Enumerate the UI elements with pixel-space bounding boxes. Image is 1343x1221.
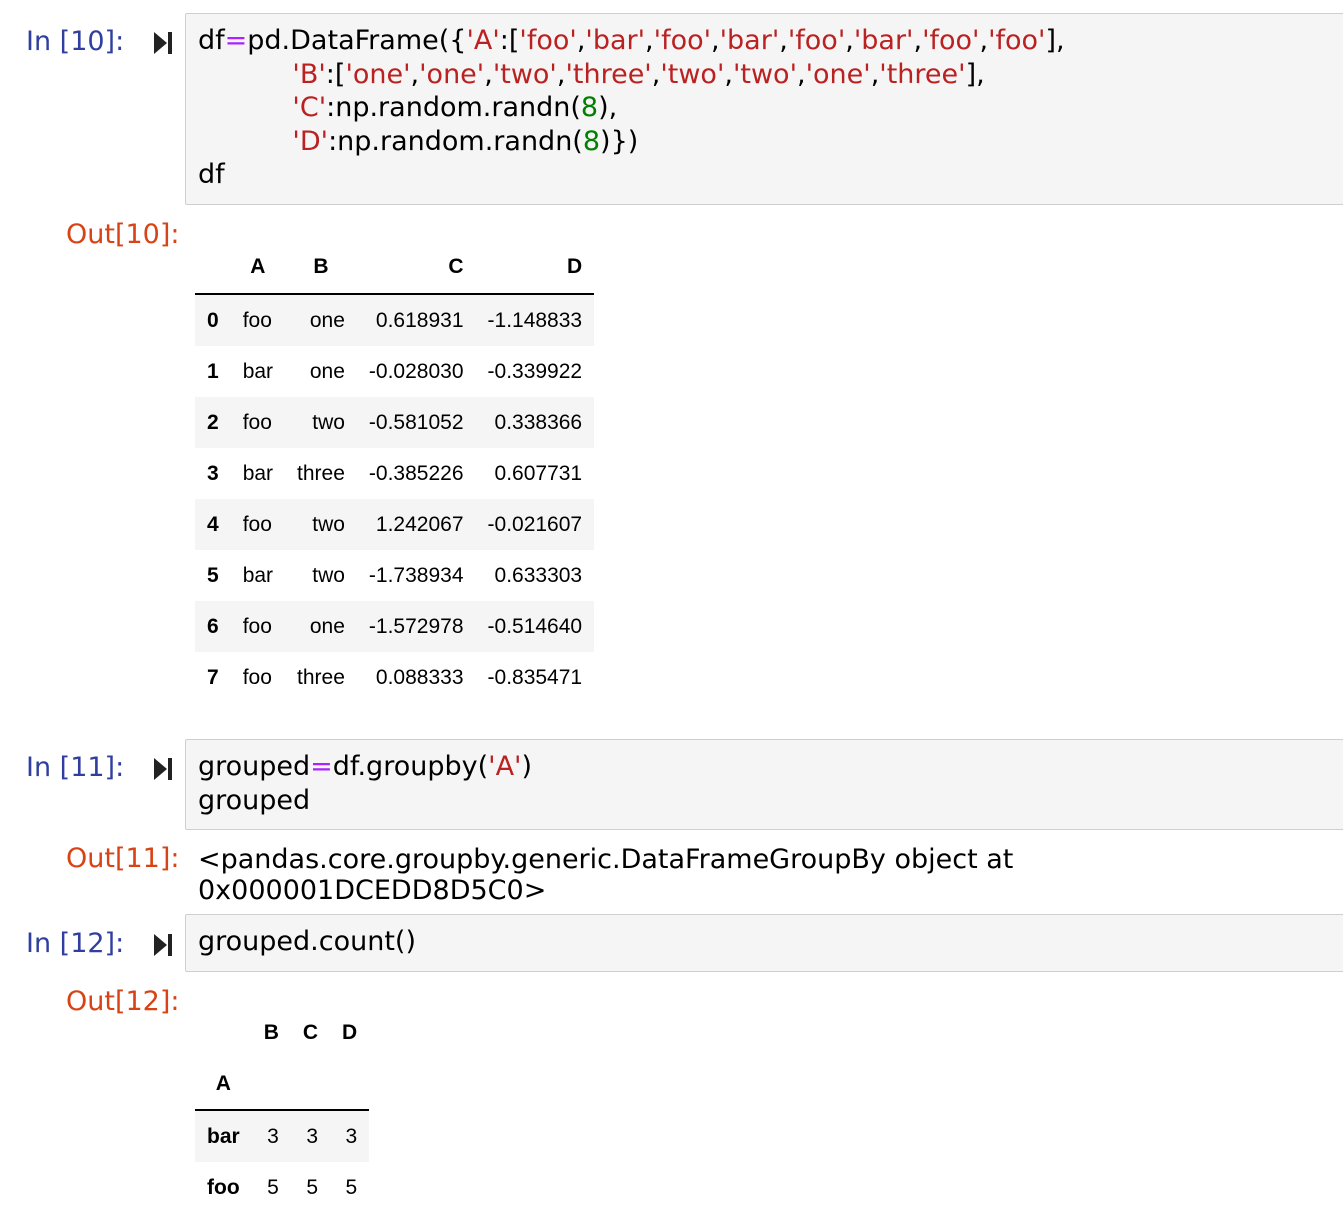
index-header: [195, 240, 231, 295]
column-header: C: [302, 1020, 319, 1044]
empty-header-cell: [251, 1058, 291, 1111]
column-header: C: [356, 240, 476, 295]
table-cell: 1.242067: [375, 512, 464, 536]
table-row: 0 foo one 0.618931 -1.148833: [195, 294, 595, 346]
code-line: 'B':['one','one','two','three','two','tw…: [292, 58, 985, 90]
out-prompt: Out[11]:: [66, 843, 180, 874]
run-cell-icon[interactable]: [152, 932, 174, 958]
table-row: bar 3 3 3: [195, 1110, 370, 1162]
in-prompt: In [12]:: [26, 928, 125, 959]
table-cell: one: [309, 359, 345, 383]
table-cell: -0.021607: [487, 512, 583, 536]
table-cell: foo: [242, 512, 272, 536]
table-cell: -1.148833: [487, 308, 583, 332]
column-header: B: [263, 1020, 279, 1044]
code-line: df: [198, 159, 225, 190]
table-cell: one: [309, 308, 345, 332]
table-row: 7 foo three 0.088333 -0.835471: [195, 652, 594, 703]
table-cell: 5: [267, 1175, 279, 1199]
table-row: 5 bar two -1.738934 0.633303: [195, 550, 594, 601]
table-cell: foo: [242, 308, 272, 332]
code-line: grouped: [198, 784, 311, 816]
table-cell: 3: [267, 1124, 279, 1148]
row-index: 6: [207, 614, 219, 638]
table-cell: 0.338366: [494, 410, 583, 434]
out-prompt: Out[12]:: [66, 986, 180, 1017]
row-index: 4: [207, 512, 219, 536]
code-editor[interactable]: grouped=df.groupby('A') grouped: [185, 739, 1343, 830]
table-row: 2 foo two -0.581052 0.338366: [195, 397, 595, 448]
table-cell: bar: [242, 359, 274, 383]
table-row: foo 5 5 5: [195, 1162, 369, 1213]
index-header: [195, 1007, 252, 1058]
in-prompt: In [10]:: [26, 26, 125, 57]
table-cell: -0.514640: [487, 614, 583, 638]
empty-header-cell: [330, 1058, 370, 1111]
table-cell: 0.618931: [375, 308, 464, 332]
table-cell: foo: [242, 614, 272, 638]
code-line: grouped.count(): [198, 926, 416, 957]
row-index: 3: [207, 461, 219, 485]
table-cell: two: [312, 563, 345, 587]
table-row: 6 foo one -1.572978 -0.514640: [195, 601, 595, 652]
table-cell: 3: [306, 1124, 319, 1148]
table-cell: foo: [242, 410, 272, 434]
table-cell: foo: [242, 665, 272, 689]
code-line: grouped=df.groupby('A'): [198, 751, 533, 782]
table-cell: two: [312, 512, 345, 536]
column-header: D: [342, 1020, 358, 1044]
row-index: bar: [207, 1124, 240, 1148]
column-header: D: [475, 240, 595, 295]
table-cell: 0.088333: [375, 665, 464, 689]
groupby-count-output: BCD A bar 3 3 3 foo 5 5 5: [195, 1007, 370, 1213]
table-cell: -0.028030: [368, 359, 464, 383]
table-header-row: BCD: [195, 1007, 369, 1058]
table-row: 4 foo two 1.242067 -0.021607: [195, 499, 595, 550]
row-index: 0: [207, 308, 219, 332]
index-name: A: [195, 1058, 252, 1111]
table-cell: -0.581052: [368, 410, 464, 434]
table-cell: two: [312, 410, 345, 434]
table-cell: 5: [345, 1175, 358, 1199]
table-row: 1 bar one -0.028030 -0.339922: [195, 346, 594, 397]
column-header: A: [230, 240, 286, 295]
column-header: B: [285, 240, 357, 295]
table-cell: three: [297, 665, 345, 689]
groupby-repr-output: <pandas.core.groupby.generic.DataFrameGr…: [198, 844, 1014, 906]
table-cell: -0.835471: [487, 665, 583, 689]
row-index: 2: [207, 410, 219, 434]
index-name-row: A: [195, 1058, 370, 1111]
run-cell-icon[interactable]: [152, 756, 174, 782]
row-index: 7: [207, 665, 219, 689]
code-line: 'C':np.random.randn(8),: [292, 92, 618, 123]
code-line: 'D':np.random.randn(8)}): [292, 125, 639, 157]
table-cell: -1.572978: [368, 614, 464, 638]
table-cell: bar: [242, 563, 274, 587]
run-cell-icon[interactable]: [152, 30, 174, 56]
table-cell: -0.385226: [368, 461, 464, 485]
code-editor[interactable]: df=pd.DataFrame({'A':['foo','bar','foo',…: [185, 13, 1343, 205]
empty-header-cell: [290, 1058, 331, 1111]
table-cell: 5: [306, 1175, 319, 1199]
table-cell: 0.607731: [494, 461, 583, 485]
row-index: foo: [207, 1175, 240, 1199]
row-index: 5: [207, 563, 219, 587]
code-editor[interactable]: grouped.count(): [185, 914, 1343, 972]
table-cell: one: [309, 614, 345, 638]
table-cell: -1.738934: [368, 563, 464, 587]
table-header-row: ABCD: [195, 240, 595, 295]
table-cell: -0.339922: [487, 359, 583, 383]
table-cell: three: [297, 461, 345, 485]
table-row: 3 bar three -0.385226 0.607731: [195, 448, 594, 499]
table-cell: 3: [345, 1124, 358, 1148]
table-cell: bar: [242, 461, 274, 485]
code-line: df=pd.DataFrame({'A':['foo','bar','foo',…: [198, 25, 1065, 56]
dataframe-output: ABCD 0 foo one 0.618931 -1.148833 1 bar one -0.0…: [195, 240, 595, 703]
in-prompt: In [11]:: [26, 752, 125, 783]
row-index: 1: [207, 359, 219, 383]
out-prompt: Out[10]:: [66, 219, 180, 250]
table-cell: 0.633303: [494, 563, 583, 587]
